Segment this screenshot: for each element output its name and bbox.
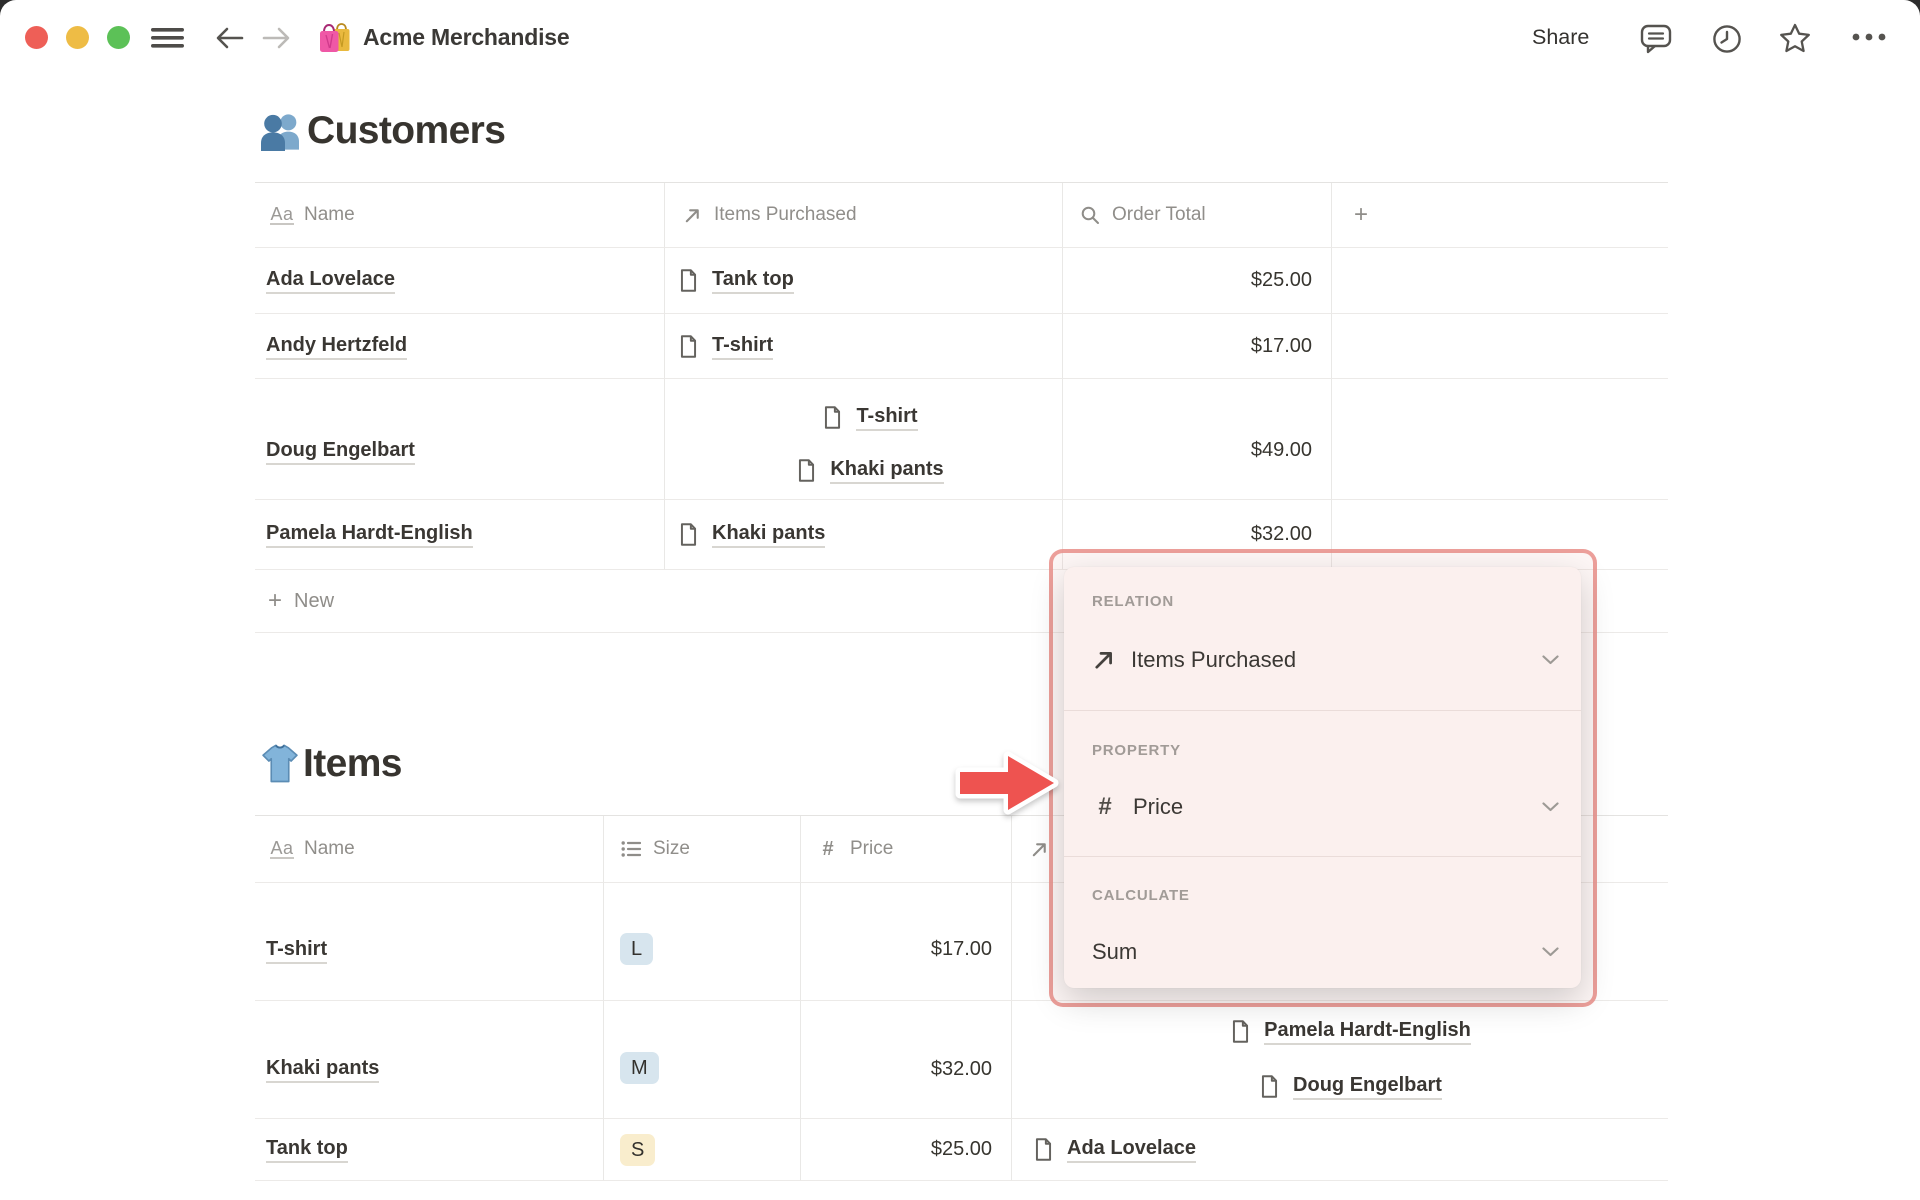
tshirt-icon — [262, 744, 298, 783]
items-column-header-size[interactable]: Size — [604, 816, 801, 883]
size-chip: S — [620, 1133, 656, 1166]
chevron-down-icon — [1542, 655, 1559, 665]
number-hash-icon: # — [822, 837, 834, 860]
share-button[interactable]: Share — [1532, 25, 1589, 50]
zoom-window-button[interactable] — [107, 26, 130, 49]
red-arrow-annotation — [955, 751, 1059, 815]
chevron-down-icon — [1542, 947, 1559, 957]
relation-section-label: RELATION — [1092, 593, 1174, 610]
relation-select[interactable]: Items Purchased — [1092, 645, 1559, 675]
hamburger-icon[interactable] — [151, 28, 184, 48]
relation-arrow-icon — [680, 206, 704, 225]
page-icon — [799, 459, 815, 482]
property-section-label: PROPERTY — [1092, 742, 1181, 759]
page-icon — [1035, 1138, 1052, 1161]
calculate-select[interactable]: Sum — [1092, 937, 1559, 967]
rollup-config-popup: RELATION Items Purchased PROPERTY # Pric… — [1064, 567, 1581, 988]
rollup-magnifier-icon — [1078, 205, 1102, 225]
page-icon — [680, 269, 697, 292]
relation-arrow-icon — [1095, 652, 1112, 669]
page-icon — [825, 406, 841, 429]
chevron-down-icon — [1542, 802, 1559, 812]
ellipsis-icon[interactable] — [1852, 33, 1888, 41]
table-row[interactable]: Pamela Hardt-English — [255, 500, 665, 570]
add-column-button[interactable]: + — [1332, 183, 1668, 248]
property-select[interactable]: # Price — [1092, 792, 1559, 822]
table-row[interactable]: Andy Hertzfeld — [255, 314, 665, 379]
text-aa-icon: Aa — [270, 837, 294, 860]
table-row[interactable]: Khaki pants — [255, 1001, 604, 1119]
calculate-section-label: CALCULATE — [1092, 887, 1190, 904]
items-column-header-name[interactable]: Aa Name — [255, 816, 604, 883]
table-row[interactable]: Doug Engelbart — [255, 379, 665, 500]
text-aa-icon: Aa — [270, 203, 294, 226]
size-chip: L — [620, 933, 654, 965]
plus-icon: + — [268, 587, 283, 614]
people-icon — [261, 114, 299, 151]
comment-icon[interactable] — [1640, 24, 1672, 54]
customers-column-header-order-total[interactable]: Order Total — [1063, 183, 1332, 248]
page-icon — [1262, 1075, 1278, 1098]
items-section-title: Items — [259, 742, 402, 786]
number-hash-icon: # — [1098, 793, 1112, 820]
page-icon — [680, 334, 697, 358]
table-row[interactable]: Tank top — [255, 1119, 604, 1181]
customers-column-header-name[interactable]: Aa Name — [255, 183, 665, 248]
page-title: Acme Merchandise — [363, 24, 570, 50]
select-list-icon — [619, 840, 643, 858]
minimize-window-button[interactable] — [66, 26, 89, 49]
shopping-bags-icon — [320, 23, 350, 52]
table-row[interactable]: Ada Lovelace — [255, 248, 665, 314]
app-window: Acme Merchandise Share Customers Aa Name… — [0, 0, 1920, 1200]
customers-section-title: Customers — [257, 108, 506, 154]
popup-divider — [1064, 710, 1581, 711]
items-title-text: Items — [303, 742, 402, 785]
relation-arrow-icon — [1027, 840, 1051, 859]
customers-title-text: Customers — [307, 109, 506, 152]
close-window-button[interactable] — [25, 26, 48, 49]
customers-column-header-items-purchased[interactable]: Items Purchased — [665, 183, 1063, 248]
back-icon[interactable] — [214, 26, 246, 50]
forward-icon[interactable] — [260, 26, 292, 50]
page-icon — [1233, 1020, 1249, 1043]
page-icon — [680, 523, 697, 546]
add-column-icon: + — [1354, 201, 1369, 228]
table-row[interactable]: T-shirt — [255, 883, 604, 1001]
star-icon[interactable] — [1778, 22, 1812, 55]
history-clock-icon[interactable] — [1712, 24, 1742, 54]
popup-divider — [1064, 856, 1581, 857]
items-column-header-price[interactable]: # Price — [801, 816, 1012, 883]
size-chip: M — [620, 1052, 659, 1084]
